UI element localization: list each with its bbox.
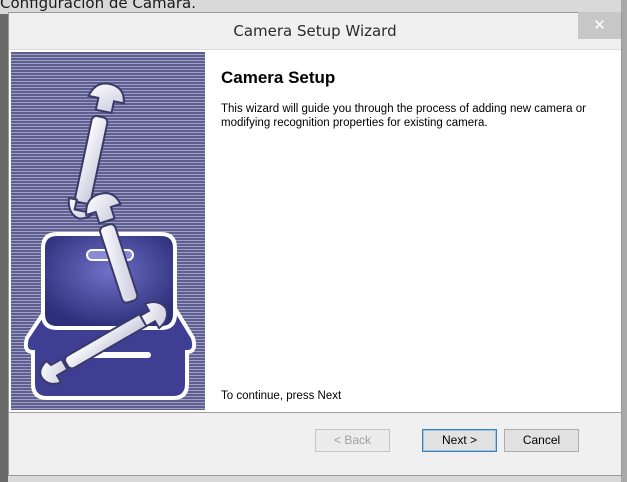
wizard-button-bar: < Back Next > Cancel — [9, 413, 621, 475]
toolbox-wrench-icon — [23, 82, 197, 400]
close-icon: ✕ — [593, 16, 606, 34]
dialog-titlebar[interactable]: Camera Setup Wizard ✕ — [9, 12, 621, 49]
wizard-heading: Camera Setup — [221, 68, 336, 87]
camera-setup-wizard-dialog: Camera Setup Wizard ✕ Camera Setup This … — [8, 12, 622, 476]
wizard-description: This wizard will guide you through the p… — [221, 103, 586, 129]
close-button[interactable]: ✕ — [578, 12, 621, 39]
wizard-footer-text: To continue, press Next — [221, 390, 342, 402]
background-window-edge — [0, 14, 8, 482]
cancel-button[interactable]: Cancel — [504, 429, 579, 452]
next-button[interactable]: Next > — [422, 429, 497, 452]
wizard-content: Camera Setup This wizard will guide you … — [9, 49, 621, 413]
dialog-title: Camera Setup Wizard — [233, 22, 397, 40]
wizard-side-panel — [11, 52, 205, 410]
back-button[interactable]: < Back — [315, 429, 390, 452]
